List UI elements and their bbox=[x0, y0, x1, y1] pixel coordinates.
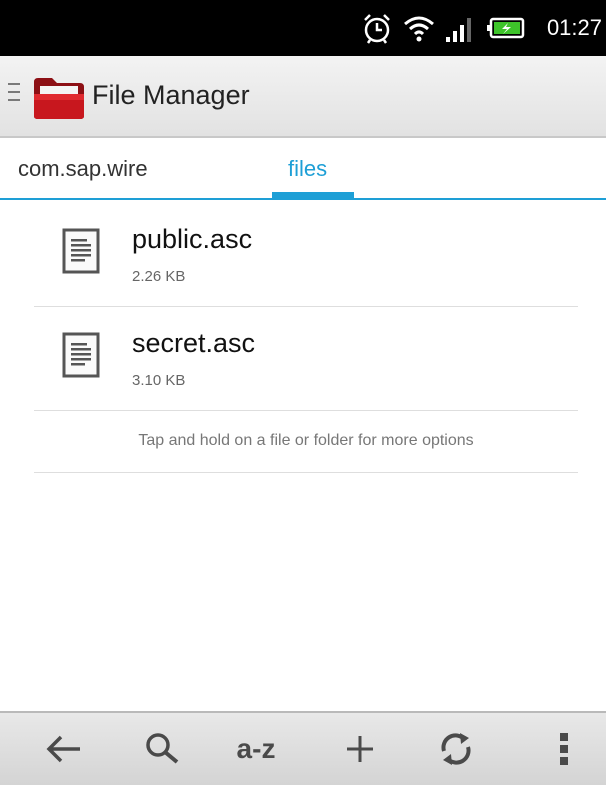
tab-files[interactable]: files bbox=[288, 156, 327, 182]
document-icon bbox=[62, 228, 100, 279]
battery-icon bbox=[486, 0, 526, 56]
document-icon bbox=[62, 332, 100, 383]
status-bar: 01:27 bbox=[0, 0, 606, 56]
file-row[interactable]: public.asc 2.26 KB bbox=[34, 202, 578, 307]
hint-row: Tap and hold on a file or folder for mor… bbox=[34, 412, 578, 473]
add-icon[interactable] bbox=[330, 713, 390, 785]
action-bar: File Manager bbox=[0, 56, 606, 138]
file-row[interactable]: secret.asc 3.10 KB bbox=[34, 306, 578, 411]
file-size: 2.26 KB bbox=[132, 268, 186, 285]
active-tab-indicator bbox=[272, 192, 354, 198]
alarm-icon bbox=[360, 0, 394, 56]
refresh-icon[interactable] bbox=[426, 713, 486, 785]
app-title: File Manager bbox=[92, 80, 250, 110]
search-icon[interactable] bbox=[132, 713, 192, 785]
wifi-icon bbox=[402, 0, 436, 56]
file-name: secret.asc bbox=[132, 328, 256, 358]
tab-com-sap-wire[interactable]: com.sap.wire bbox=[18, 156, 148, 182]
menu-icon[interactable] bbox=[8, 83, 20, 107]
signal-icon bbox=[444, 0, 476, 56]
bottom-toolbar: a-z bbox=[0, 711, 606, 785]
overflow-menu-icon[interactable] bbox=[534, 713, 594, 785]
file-size: 3.10 KB bbox=[132, 372, 186, 389]
clock-time: 01:27 bbox=[546, 15, 602, 40]
back-arrow-icon[interactable] bbox=[34, 713, 94, 785]
file-name: public.asc bbox=[132, 224, 253, 254]
folder-app-icon[interactable] bbox=[32, 76, 86, 125]
sort-az-icon[interactable]: a-z bbox=[226, 713, 286, 785]
hint-text: Tap and hold on a file or folder for mor… bbox=[138, 432, 474, 449]
path-tabs: com.sap.wire files bbox=[0, 138, 606, 200]
